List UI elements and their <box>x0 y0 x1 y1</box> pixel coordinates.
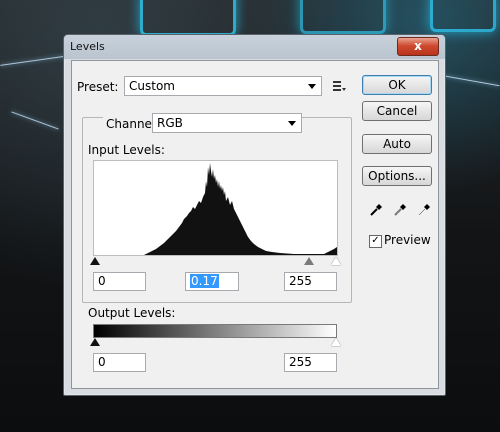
output-shadow-field[interactable]: 0 <box>93 353 146 372</box>
window-title: Levels <box>70 40 105 53</box>
close-button[interactable]: x <box>397 37 439 56</box>
chevron-down-icon <box>288 121 296 126</box>
cancel-button[interactable]: Cancel <box>362 101 432 121</box>
preview-checkbox[interactable]: ✓ <box>369 235 382 248</box>
histogram-graph <box>94 163 337 255</box>
channel-select[interactable]: RGB <box>152 113 302 133</box>
preset-menu-icon[interactable] <box>333 80 347 92</box>
close-icon: x <box>414 39 422 53</box>
preset-label: Preset: <box>77 80 119 94</box>
output-highlight-field[interactable]: 255 <box>284 353 337 372</box>
input-highlight-field[interactable]: 255 <box>284 272 337 291</box>
input-shadow-field[interactable]: 0 <box>93 272 146 291</box>
dialog-body: Preset: Custom OK Cancel Auto Options... <box>71 60 439 389</box>
chevron-down-icon <box>308 84 316 89</box>
preset-value: Custom <box>129 79 175 93</box>
title-bar[interactable]: Levels x <box>64 35 445 59</box>
white-eyedropper-icon[interactable] <box>417 203 431 217</box>
input-shadow-slider[interactable] <box>90 257 100 265</box>
gray-eyedropper-icon[interactable] <box>393 203 407 217</box>
histogram <box>93 160 338 256</box>
preset-select[interactable]: Custom <box>124 76 322 96</box>
output-gradient-bar <box>93 324 337 338</box>
output-levels-label: Output Levels: <box>88 306 176 320</box>
preview-label[interactable]: Preview <box>384 233 431 247</box>
input-levels-label: Input Levels: <box>88 143 165 157</box>
levels-dialog: Levels x Preset: Custom OK Cancel Auto O… <box>63 34 446 396</box>
input-midtone-value: 0.17 <box>190 274 219 288</box>
auto-button[interactable]: Auto <box>362 134 432 154</box>
background-glow <box>140 0 236 36</box>
channel-value: RGB <box>157 116 183 130</box>
options-button[interactable]: Options... <box>362 166 432 186</box>
input-midtone-field[interactable]: 0.17 <box>185 272 239 291</box>
background-glow <box>430 0 496 32</box>
background-glow <box>300 0 386 34</box>
ok-button[interactable]: OK <box>362 75 432 95</box>
black-eyedropper-icon[interactable] <box>369 203 383 217</box>
input-highlight-slider[interactable] <box>331 257 341 265</box>
input-midtone-slider[interactable] <box>304 257 314 265</box>
output-shadow-slider[interactable] <box>90 338 100 346</box>
output-highlight-slider[interactable] <box>331 338 341 346</box>
